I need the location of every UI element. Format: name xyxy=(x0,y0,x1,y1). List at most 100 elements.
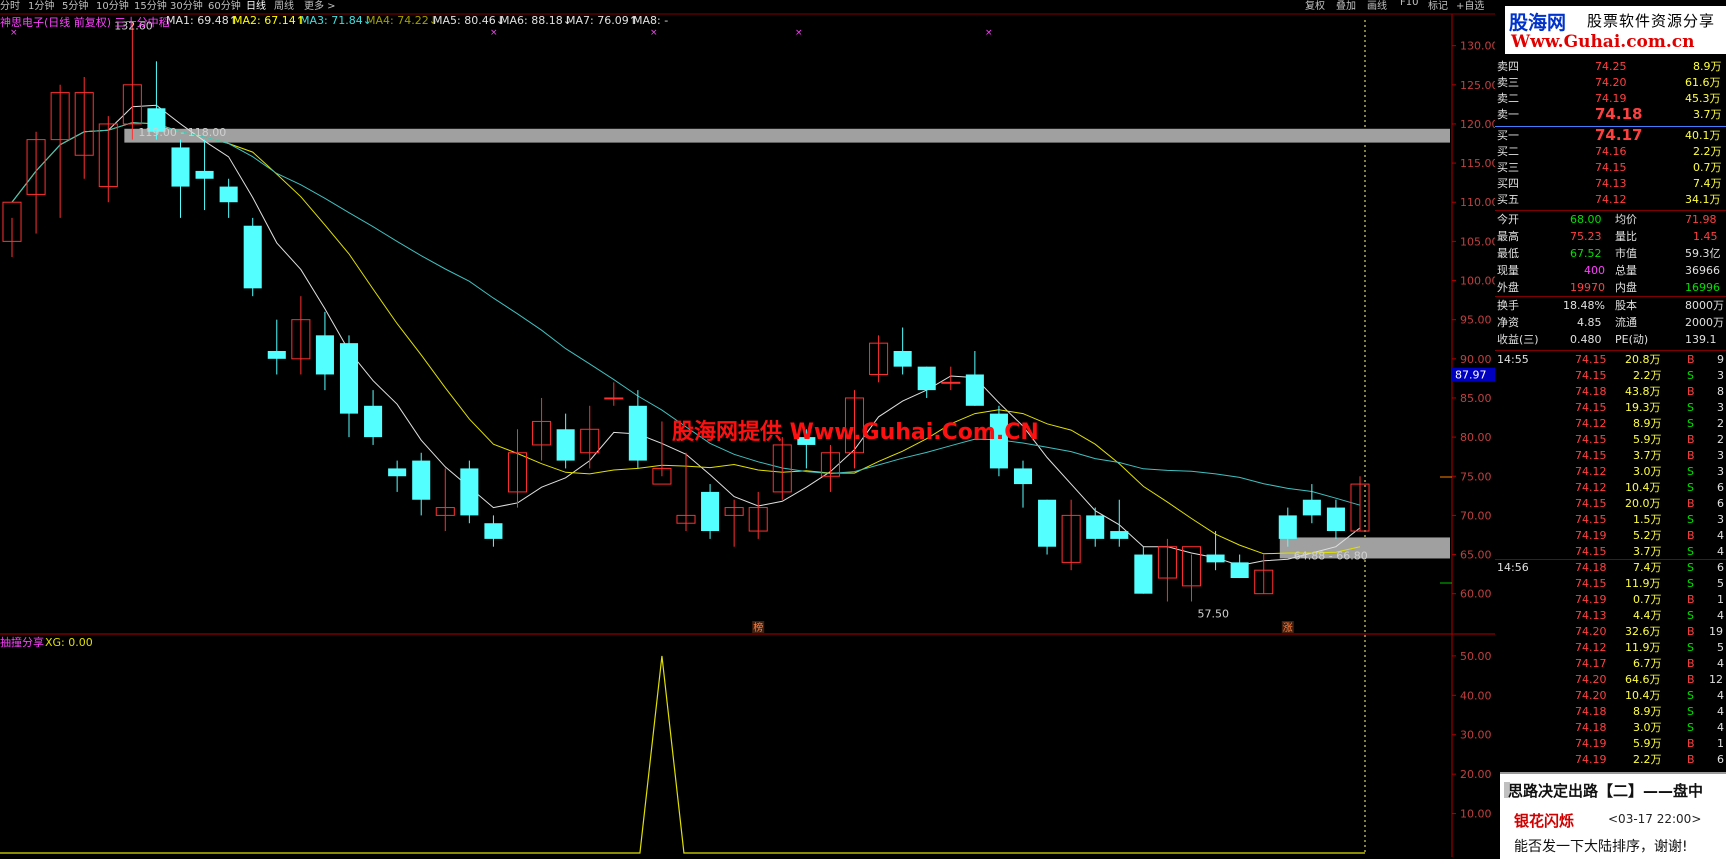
candle-body xyxy=(941,381,961,384)
ma-label-5: MA5: 80.46↓ xyxy=(433,14,505,27)
logo-url: Www.Guhai.com.cn xyxy=(1511,32,1695,52)
candle-body xyxy=(701,491,720,532)
tick-row-2: 74.18 43.8万 B 8 xyxy=(1575,385,1724,398)
y-tick-label: 90.00 xyxy=(1460,353,1492,366)
news-popup[interactable]: 思路决定出路【二】——盘中 银花闪烁 <03-17 22:00> 能否发一下大陆… xyxy=(1500,772,1726,859)
stat-row-0: 今开 68.00 均价 71.98 xyxy=(1497,213,1717,226)
popup-author: 银花闪烁 xyxy=(1514,812,1575,830)
tick-row-12: 74.15 3.7万 S 4 xyxy=(1575,545,1724,558)
y-tick-label: 65.00 xyxy=(1460,549,1492,562)
bid-row-3: 买四 74.13 7.4万 xyxy=(1497,177,1722,190)
y-tick-label: 110.00 xyxy=(1460,196,1495,209)
tick-row-7: 74.12 3.0万 S 3 xyxy=(1575,465,1724,478)
stat2-row-2: 收益(三) 0.480 PE(动) 139.1 xyxy=(1497,333,1717,346)
popup-message: 能否发一下大陆排序，谢谢! xyxy=(1514,839,1688,855)
tick-row-18: 74.12 11.9万 S 5 xyxy=(1575,641,1724,654)
tick-row-16: 74.13 4.4万 S 4 xyxy=(1575,609,1724,622)
sub-tick-label: 40.00 xyxy=(1460,689,1492,702)
marker-label: 涨 xyxy=(1283,622,1293,634)
marker-label: 榜 xyxy=(753,621,763,634)
stat2-row-1: 净资 4.85 流通 2000万 xyxy=(1497,316,1724,329)
ma-header: 神思电子(日线 前复权) 三十分中稻 MA1: 69.48↑ MA2: 67.14… xyxy=(0,14,1440,29)
sub-tick-label: 10.00 xyxy=(1460,808,1492,821)
candle-body xyxy=(460,468,479,516)
candle-body xyxy=(1086,515,1105,539)
tick-row-14: 74.15 11.9万 S 5 xyxy=(1575,577,1724,590)
candle-body xyxy=(339,343,359,414)
quote-panel: 股海网 股票软件资源分享 Www.Guhai.com.cn 卖四 74.25 8.9… xyxy=(1495,0,1726,857)
sub-indicator-name: 抽撞分享 xyxy=(0,635,44,649)
watermark-text: 股海网提供 Www.Guhai.Com.CN xyxy=(672,420,1039,445)
popup-title[interactable]: 思路决定出路【二】——盘中 xyxy=(1508,780,1703,801)
tick-row-6: 74.15 3.7万 B 3 xyxy=(1575,449,1724,462)
candle-body xyxy=(1013,468,1033,485)
candle-body xyxy=(1038,499,1057,547)
bid-row-2: 买三 74.15 0.7万 xyxy=(1497,161,1722,174)
ma-label-2: MA2: 67.14↑ xyxy=(233,14,305,27)
candle-body xyxy=(556,429,575,461)
ma-line-3 xyxy=(11,122,1361,506)
logo-tagline: 股票软件资源分享 xyxy=(1587,12,1716,30)
guhai-logo: 股海网 股票软件资源分享 Www.Guhai.com.cn xyxy=(1505,6,1726,54)
tick-row-22: 74.18 8.9万 S 4 xyxy=(1575,705,1724,718)
y-tick-label: 80.00 xyxy=(1460,431,1492,444)
tick-row-15: 74.19 0.7万 B 1 xyxy=(1575,593,1724,606)
top-dot: × xyxy=(985,28,993,38)
candle-body xyxy=(1206,554,1225,563)
y-tick-label: 115.00 xyxy=(1460,157,1495,170)
ma-label-7: MA7: 76.09↑ xyxy=(566,14,638,27)
bid-row-0: 买一 74.17 40.1万 xyxy=(1497,126,1721,144)
tick-row-23: 74.18 3.0万 S 4 xyxy=(1575,721,1724,734)
candle-body xyxy=(965,374,984,406)
stat-row-4: 外盘 19970 内盘 16996 xyxy=(1497,281,1720,294)
bid-row-1: 买二 74.16 2.2万 xyxy=(1497,145,1722,158)
tick-row-11: 74.19 5.2万 B 4 xyxy=(1575,529,1724,542)
y-tick-label: 95.00 xyxy=(1460,314,1492,327)
candle-body xyxy=(315,335,334,375)
candle-body xyxy=(1278,515,1297,539)
y-tick-label: 75.00 xyxy=(1460,470,1492,483)
candle-body xyxy=(1326,507,1345,532)
tick-row-0: 14:55 74.15 20.8万 B 9 xyxy=(1497,353,1724,366)
top-dot: × xyxy=(795,28,803,38)
candle-body xyxy=(1302,499,1321,516)
sub-tick-label: 30.00 xyxy=(1460,729,1492,742)
xg-line xyxy=(0,655,1365,854)
ma-label-6: MA6: 88.18↓ xyxy=(500,14,572,27)
candle-body xyxy=(388,468,407,477)
price-annotation: 57.50 xyxy=(1198,607,1230,620)
candle-body xyxy=(484,523,503,539)
tick-row-9: 74.15 20.0万 B 6 xyxy=(1575,497,1724,510)
tick-row-19: 74.17 6.7万 B 4 xyxy=(1575,657,1724,670)
candle-body xyxy=(1134,554,1153,594)
resistance-zone-0 xyxy=(124,128,1450,143)
tick-row-10: 74.15 1.5万 S 3 xyxy=(1575,513,1724,526)
y-tick-label: 60.00 xyxy=(1460,588,1492,601)
tick-row-21: 74.20 10.4万 S 4 xyxy=(1575,689,1724,702)
tick-row-20: 74.20 64.6万 B 12 xyxy=(1575,673,1723,686)
candle-body xyxy=(267,350,286,359)
stat2-row-0: 换手 18.48% 股本 8000万 xyxy=(1497,299,1724,312)
divider xyxy=(1495,296,1726,297)
tick-row-8: 74.12 10.4万 S 6 xyxy=(1575,481,1724,494)
candle-body xyxy=(243,225,262,289)
divider xyxy=(1495,210,1726,211)
tick-row-13: 14:56 74.18 7.4万 S 6 xyxy=(1497,561,1724,574)
ma-label-8: MA8: - xyxy=(633,14,669,27)
current-price-label: 87.97 xyxy=(1455,369,1487,382)
popup-time: <03-17 22:00> xyxy=(1608,812,1702,826)
candle-body xyxy=(628,405,647,461)
y-tick-label: 105.00 xyxy=(1460,235,1495,248)
ask-row-3: 卖一 74.18 3.7万 xyxy=(1497,105,1722,123)
candle-body xyxy=(917,366,936,391)
tick-row-25: 74.19 2.2万 B 6 xyxy=(1575,753,1724,766)
candle-body xyxy=(1230,562,1249,579)
y-tick-label: 85.00 xyxy=(1460,392,1492,405)
stat-row-3: 现量 400 总量 36966 xyxy=(1497,264,1720,277)
y-tick-label: 120.00 xyxy=(1460,118,1495,131)
top-dot: × xyxy=(650,28,658,38)
price-annotation: 119.00 - 118.00 xyxy=(138,126,226,139)
y-tick-label: 125.00 xyxy=(1460,79,1495,92)
stat-row-1: 最高 75.23 量比 1.45 xyxy=(1497,230,1718,243)
candle-body xyxy=(604,397,624,400)
